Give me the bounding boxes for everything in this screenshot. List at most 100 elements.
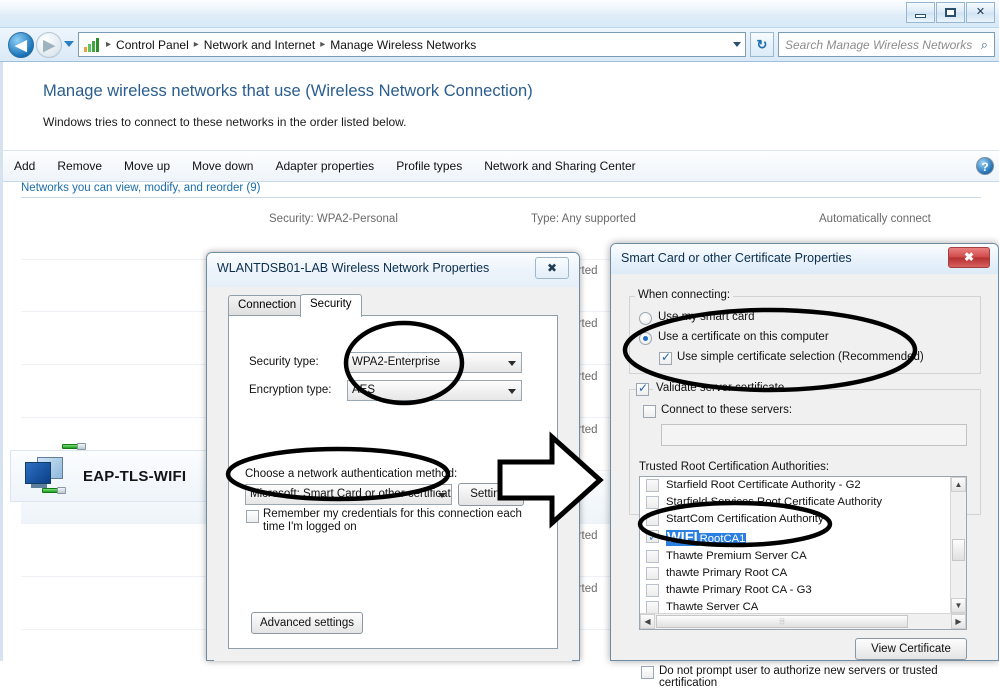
encryption-type-label: Encryption type: xyxy=(249,384,332,396)
history-dropdown-icon[interactable] xyxy=(64,41,74,47)
checkbox-icon[interactable] xyxy=(646,479,659,492)
chevron-down-icon xyxy=(438,493,446,498)
list-item-selected[interactable]: WIFIRootCA1 xyxy=(640,527,950,548)
list-item[interactable]: thawte Primary Root CA - G3 xyxy=(640,582,950,599)
security-tab-panel: Security type: WPA2-Enterprise Encryptio… xyxy=(228,315,558,649)
breadcrumb-sep-0: ▸ xyxy=(106,39,112,50)
list-item[interactable]: Starfield Root Certificate Authority - G… xyxy=(640,477,950,494)
checkbox-icon[interactable] xyxy=(646,513,659,526)
chevron-down-icon xyxy=(508,389,516,394)
use-certificate-radio[interactable] xyxy=(639,332,652,345)
search-input[interactable]: Search Manage Wireless Networks xyxy=(785,38,972,52)
view-certificate-button[interactable]: View Certificate xyxy=(855,638,967,660)
breadcrumb-control-panel[interactable]: Control Panel xyxy=(113,37,192,53)
cable-icon-bottom xyxy=(42,487,66,494)
auth-method-select[interactable]: Microsoft: Smart Card or other certifica… xyxy=(245,484,452,505)
explorer-window: ✕ ◀ ▶ ▸ Control Panel ▸ Network and Inte… xyxy=(0,0,999,689)
tab-connection[interactable]: Connection xyxy=(228,295,307,316)
forward-icon: ▶ xyxy=(43,36,55,54)
horizontal-scroll-thumb[interactable]: ⦙⦙⦙ xyxy=(656,615,908,628)
scroll-left-icon[interactable]: ◀ xyxy=(640,614,655,629)
toolbar-move-down[interactable]: Move down xyxy=(181,159,264,173)
toolbar-add[interactable]: Add xyxy=(3,159,46,173)
validate-server-certificate-label: Validate server certificate xyxy=(653,382,788,394)
toolbar-move-up[interactable]: Move up xyxy=(113,159,181,173)
row-security: Security: WPA2-Personal xyxy=(269,213,398,225)
scroll-down-icon[interactable]: ▼ xyxy=(951,598,966,613)
minimize-button[interactable] xyxy=(906,2,935,23)
address-bar[interactable]: ▸ Control Panel ▸ Network and Internet ▸… xyxy=(78,32,746,57)
use-smart-card-radio[interactable] xyxy=(639,312,652,325)
settings-button[interactable]: Settings xyxy=(458,483,524,506)
address-dropdown-icon[interactable] xyxy=(733,42,741,47)
servers-input[interactable] xyxy=(661,424,967,446)
list-item[interactable]: Starfield Services Root Certificate Auth… xyxy=(640,494,950,511)
list-item-label: Starfield Root Certificate Authority - G… xyxy=(666,479,861,491)
list-group-header: Networks you can view, modify, and reord… xyxy=(3,182,999,200)
checkbox-icon[interactable] xyxy=(646,601,659,613)
vertical-scroll-thumb[interactable] xyxy=(952,539,965,561)
dialog-title: WLANTDSB01-LAB Wireless Network Properti… xyxy=(217,261,490,275)
back-button[interactable]: ◀ xyxy=(8,32,34,58)
row-type: Type: Any supported xyxy=(531,213,636,225)
checkbox-icon[interactable] xyxy=(646,567,659,580)
breadcrumb-manage-wireless-networks[interactable]: Manage Wireless Networks xyxy=(327,37,479,53)
window-controls: ✕ xyxy=(906,2,995,24)
command-toolbar: Add Remove Move up Move down Adapter pro… xyxy=(3,150,999,182)
checkbox-icon[interactable] xyxy=(646,584,659,597)
do-not-prompt-checkbox[interactable] xyxy=(641,666,654,679)
horizontal-scrollbar[interactable]: ◀ ⦙⦙⦙ ▶ xyxy=(640,613,966,629)
trusted-roots-listbox[interactable]: Starfield Root Certificate Authority - G… xyxy=(639,476,967,630)
checkbox-icon[interactable] xyxy=(646,527,659,547)
remember-credentials-checkbox[interactable] xyxy=(246,510,259,523)
search-box[interactable]: Search Manage Wireless Networks ⌕ xyxy=(778,32,995,57)
auth-method-value: Microsoft: Smart Card or other certifica… xyxy=(250,488,451,500)
toolbar-adapter-properties[interactable]: Adapter properties xyxy=(264,159,385,173)
search-icon: ⌕ xyxy=(980,36,988,52)
dialog-close-button[interactable]: ✖ xyxy=(535,257,569,279)
do-not-prompt-label: Do not prompt user to authorize new serv… xyxy=(659,665,938,689)
scroll-up-icon[interactable]: ▲ xyxy=(951,477,966,492)
toolbar-network-and-sharing-center[interactable]: Network and Sharing Center xyxy=(473,159,646,173)
validate-server-certificate-checkbox[interactable] xyxy=(636,381,649,396)
scroll-right-icon[interactable]: ▶ xyxy=(951,614,966,629)
list-item-label: thawte Primary Root CA - G3 xyxy=(666,584,812,596)
maximize-button[interactable] xyxy=(936,2,965,23)
list-item[interactable]: EAP-TLS-WIFI xyxy=(10,450,215,502)
advanced-settings-button[interactable]: Advanced settings xyxy=(251,612,363,634)
list-item-label: EAP-TLS-WIFI xyxy=(83,467,187,485)
toolbar-remove[interactable]: Remove xyxy=(46,159,113,173)
close-button[interactable]: ✕ xyxy=(966,2,995,23)
checkbox-icon[interactable] xyxy=(646,550,659,563)
tab-security[interactable]: Security xyxy=(300,294,362,317)
list-item[interactable]: Thawte Premium Server CA xyxy=(640,548,950,565)
back-icon: ◀ xyxy=(15,36,27,54)
titlebar-glass xyxy=(0,0,999,28)
navigation-bar: ◀ ▶ ▸ Control Panel ▸ Network and Intern… xyxy=(0,28,999,62)
toolbar-profile-types[interactable]: Profile types xyxy=(385,159,473,173)
encryption-type-select[interactable]: AES xyxy=(347,380,522,401)
connect-to-servers-checkbox[interactable] xyxy=(643,405,656,418)
list-item[interactable]: thawte Primary Root CA xyxy=(640,565,950,582)
dialog-titlebar: WLANTDSB01-LAB Wireless Network Properti… xyxy=(207,253,579,287)
dialog-close-button[interactable]: ✖ xyxy=(948,247,990,268)
list-item-label-rest: RootCA1 xyxy=(698,533,747,545)
breadcrumb-network-and-internet[interactable]: Network and Internet xyxy=(201,37,318,53)
refresh-button[interactable]: ↻ xyxy=(750,32,774,57)
security-type-label: Security type: xyxy=(249,356,319,368)
list-item-label: StartCom Certification Authority xyxy=(666,513,824,525)
vertical-scrollbar[interactable]: ▲ ▼ xyxy=(950,477,966,613)
page-title: Manage wireless networks that use (Wirel… xyxy=(43,82,533,100)
refresh-icon: ↻ xyxy=(756,36,768,52)
simple-certificate-selection-checkbox[interactable] xyxy=(659,350,672,365)
checkbox-icon[interactable] xyxy=(646,496,659,509)
forward-button[interactable]: ▶ xyxy=(36,32,62,58)
security-type-select[interactable]: WPA2-Enterprise xyxy=(347,352,522,373)
list-item[interactable]: StartCom Certification Authority xyxy=(640,511,950,528)
help-icon[interactable]: ? xyxy=(976,157,994,175)
use-smart-card-label: Use my smart card xyxy=(658,311,755,323)
trusted-roots-label: Trusted Root Certification Authorities: xyxy=(639,461,830,473)
dialog-titlebar: Smart Card or other Certificate Properti… xyxy=(611,244,998,274)
maximize-icon xyxy=(945,8,956,17)
list-item[interactable]: Thawte Server CA xyxy=(640,599,950,613)
